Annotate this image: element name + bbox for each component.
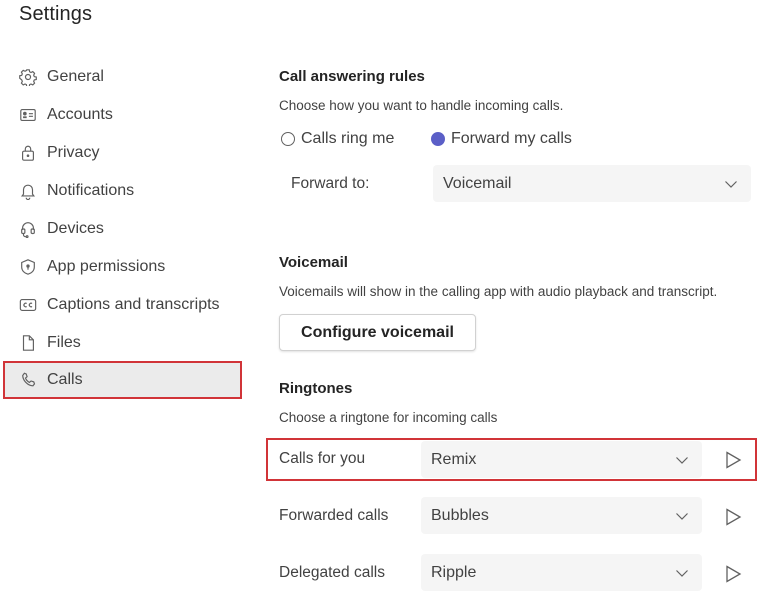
calls-for-you-label: Calls for you (279, 450, 366, 467)
ringtones-description: Choose a ringtone for incoming calls (279, 410, 498, 425)
shield-icon (18, 257, 38, 277)
forward-my-calls-radio[interactable]: Forward my calls (431, 130, 572, 148)
sidebar-item-label: Calls (47, 371, 83, 388)
chevron-down-icon (674, 452, 690, 468)
chevron-down-icon (674, 565, 690, 581)
phone-icon (18, 370, 38, 390)
sidebar-item-label: Devices (47, 220, 104, 237)
forward-to-value: Voicemail (443, 174, 512, 192)
sidebar-item-label: Accounts (47, 106, 113, 123)
play-calls-for-you-button[interactable] (722, 449, 744, 471)
radio-checked-icon (431, 132, 445, 146)
calls-for-you-dropdown[interactable]: Remix (421, 441, 702, 478)
forwarded-calls-value: Bubbles (431, 506, 489, 524)
radio-unchecked-icon (281, 132, 295, 146)
bell-icon (18, 181, 38, 201)
delegated-calls-dropdown[interactable]: Ripple (421, 554, 702, 591)
page-title: Settings (19, 3, 93, 25)
sidebar-item-app-permissions[interactable]: App permissions (3, 248, 242, 286)
forward-to-dropdown[interactable]: Voicemail (433, 165, 751, 202)
play-icon (726, 565, 742, 583)
radio-label: Forward my calls (451, 130, 572, 147)
voicemail-title: Voicemail (279, 254, 348, 271)
gear-icon (18, 67, 38, 87)
sidebar-item-label: Privacy (47, 144, 100, 161)
play-forwarded-calls-button[interactable] (722, 506, 744, 528)
ringtones-title: Ringtones (279, 380, 353, 397)
closed-captions-icon (18, 295, 38, 315)
delegated-calls-label: Delegated calls (279, 564, 385, 581)
forward-to-label: Forward to: (291, 175, 370, 192)
sidebar-item-general[interactable]: General (3, 58, 242, 96)
id-card-icon (18, 105, 38, 125)
voicemail-description: Voicemails will show in the calling app … (279, 284, 718, 299)
forwarded-calls-label: Forwarded calls (279, 507, 389, 524)
calls-for-you-value: Remix (431, 450, 477, 468)
call-answering-description: Choose how you want to handle incoming c… (279, 98, 564, 113)
headset-icon (18, 219, 38, 239)
sidebar-item-devices[interactable]: Devices (3, 210, 242, 248)
call-answering-title: Call answering rules (279, 68, 425, 85)
sidebar-item-label: Files (47, 334, 81, 351)
radio-label: Calls ring me (301, 130, 395, 147)
play-icon (726, 451, 742, 469)
configure-voicemail-button[interactable]: Configure voicemail (279, 314, 476, 351)
sidebar-item-label: General (47, 68, 104, 85)
sidebar-item-label: App permissions (47, 258, 166, 275)
file-icon (18, 333, 38, 353)
chevron-down-icon (723, 176, 739, 192)
sidebar-item-label: Captions and transcripts (47, 296, 220, 313)
chevron-down-icon (674, 508, 690, 524)
delegated-calls-value: Ripple (431, 563, 477, 581)
sidebar-item-accounts[interactable]: Accounts (3, 96, 242, 134)
sidebar-item-captions-and-transcripts[interactable]: Captions and transcripts (3, 286, 242, 324)
forwarded-calls-dropdown[interactable]: Bubbles (421, 497, 702, 534)
calls-ring-me-radio[interactable]: Calls ring me (281, 130, 394, 148)
lock-icon (18, 143, 38, 163)
play-delegated-calls-button[interactable] (722, 563, 744, 585)
sidebar-item-notifications[interactable]: Notifications (3, 172, 242, 210)
sidebar-item-calls[interactable]: Calls (3, 361, 242, 399)
sidebar-item-files[interactable]: Files (3, 324, 242, 362)
sidebar-item-label: Notifications (47, 182, 135, 199)
sidebar-item-privacy[interactable]: Privacy (3, 134, 242, 172)
play-icon (726, 508, 742, 526)
